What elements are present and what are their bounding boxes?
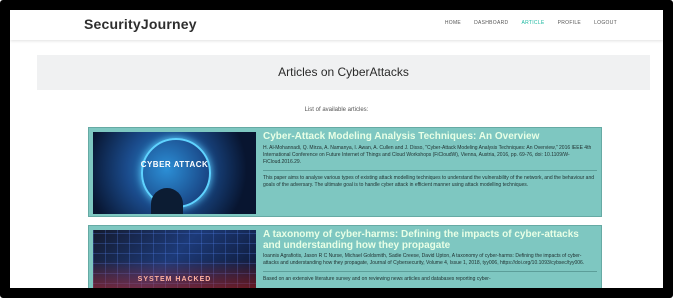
page-header-banner: Articles on CyberAttacks [37,55,650,90]
article-thumbnail[interactable]: SYSTEM HACKED [93,230,256,288]
brand-logo[interactable]: SecurityJourney [84,16,197,32]
article-title-link[interactable]: Cyber-Attack Modeling Analysis Technique… [263,131,597,143]
top-navbar: SecurityJourney HOME DASHBOARD ARTICLE P… [10,10,663,40]
list-label: List of available articles: [304,107,369,113]
nav-logout[interactable]: LOGOUT [594,20,617,26]
article-abstract: Based on an extensive literature survey … [263,276,491,282]
article-title-link[interactable]: A taxonomy of cyber-harms: Defining the … [263,229,597,251]
nav-links: HOME DASHBOARD ARTICLE PROFILE LOGOUT [445,20,617,26]
thumbnail-caption: CYBER ATTACK [140,160,209,169]
divider [263,271,597,272]
article-abstract: This paper aims to analyse various types… [263,175,595,188]
screenshot-frame: SecurityJourney HOME DASHBOARD ARTICLE P… [0,0,673,298]
article-card: SYSTEM HACKED A taxonomy of cyber-harms:… [88,225,602,288]
article-content: A taxonomy of cyber-harms: Defining the … [263,229,597,283]
nav-article[interactable]: ARTICLE [521,20,544,26]
divider [263,170,597,171]
article-card: CYBER ATTACK Cyber-Attack Modeling Analy… [88,127,602,217]
page-title: Articles on CyberAttacks [278,65,409,79]
article-thumbnail[interactable]: CYBER ATTACK [93,132,256,214]
nav-home[interactable]: HOME [445,20,461,26]
article-citation: H. Al-Mohannadi, Q. Mirza, A. Namanya, I… [263,145,592,165]
nav-profile[interactable]: PROFILE [558,20,582,26]
nav-dashboard[interactable]: DASHBOARD [474,20,508,26]
article-content: Cyber-Attack Modeling Analysis Technique… [263,131,597,189]
hand-silhouette-graphic [151,188,183,214]
thumbnail-caption: SYSTEM HACKED [137,276,212,283]
article-citation: Ioannis Agrafiotis, Jason R C Nurse, Mic… [263,253,585,266]
